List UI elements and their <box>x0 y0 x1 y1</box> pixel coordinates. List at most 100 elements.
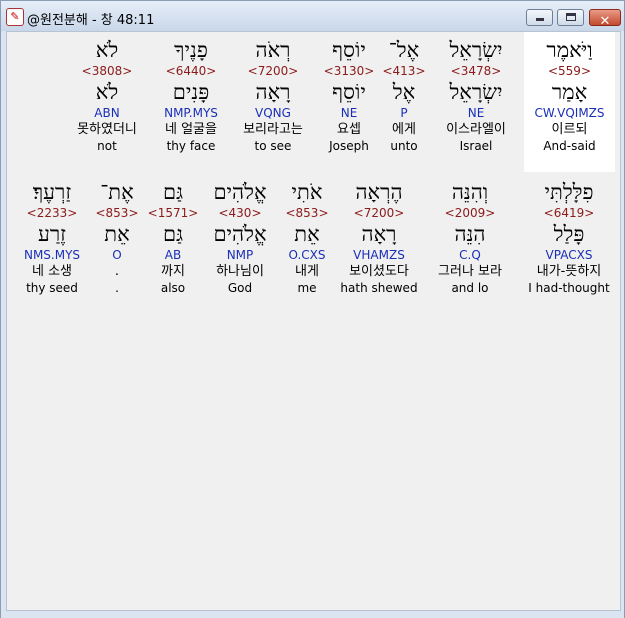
hebrew-word: פִלָּלְתִּי <box>544 180 594 204</box>
strong-number: <2233> <box>26 206 78 220</box>
lemma-word: אֵת <box>104 222 130 246</box>
word-block[interactable]: לֹא <3808> לֹא ABN 못하였더니 not <box>63 32 151 154</box>
word-block[interactable]: וַיֹּאמֶר <559> אָמַר CW.VQIMZS 이르되 And-… <box>524 32 615 172</box>
strong-number: <6440> <box>165 64 217 78</box>
korean-gloss: 내가-뜻하지 <box>536 264 602 279</box>
korean-gloss: 요셉 <box>337 122 361 137</box>
korean-gloss: 보리라고는 <box>243 122 303 137</box>
english-gloss: also <box>160 281 186 295</box>
english-gloss: unto <box>390 139 418 153</box>
word-block[interactable]: פִלָּלְתִּי <6419> פָּלַל VPACXS 내가-뜻하지 … <box>519 174 619 296</box>
hebrew-word: אֶת־ <box>100 180 134 204</box>
english-gloss: and lo <box>451 281 489 295</box>
window-title: @원전분해 - 창 48:11 <box>27 13 155 28</box>
english-gloss: thy face <box>166 139 216 153</box>
english-gloss: God <box>227 281 253 295</box>
english-gloss: hath shewed <box>340 281 418 295</box>
word-block[interactable]: רְאֹה <7200> רָאָה VQNG 보리라고는 to see <box>231 32 315 154</box>
korean-gloss: 이스라엘이 <box>446 122 506 137</box>
english-gloss: . <box>115 281 119 295</box>
parsing-code: P <box>400 106 408 120</box>
korean-gloss: 내게 <box>295 264 319 279</box>
parsing-code: NE <box>340 106 358 120</box>
lemma-word: פָּנִים <box>172 80 210 104</box>
lemma-word: זֶרַע <box>37 222 67 246</box>
strong-number: <3478> <box>450 64 502 78</box>
hebrew-word: וַיֹּאמֶר <box>546 38 593 62</box>
hebrew-word: לֹא <box>95 38 119 62</box>
lemma-word: אֵת <box>294 222 320 246</box>
hebrew-word: יִשְׂרָאֵל <box>449 38 503 62</box>
close-icon: ✕ <box>599 14 611 29</box>
parsing-code: O.CXS <box>288 248 326 262</box>
korean-gloss: 까지 <box>161 264 185 279</box>
hebrew-word: וְהִנֵּה <box>451 180 489 204</box>
parsing-code: ABN <box>94 106 120 120</box>
parsing-code: VHAMZS <box>353 248 405 262</box>
word-block[interactable]: גַּם <1571> גַּם AB 까지 also <box>147 174 199 296</box>
strong-number: <3808> <box>81 64 133 78</box>
parsing-code: NE <box>467 106 485 120</box>
korean-gloss: 네 소생 <box>31 264 72 279</box>
close-button[interactable]: ✕ <box>589 9 621 29</box>
korean-gloss: . <box>114 264 120 279</box>
lemma-word: פָּלַל <box>553 222 585 246</box>
minimize-button[interactable] <box>526 9 553 26</box>
lemma-word: יוֹסֵף <box>332 80 366 104</box>
word-block[interactable]: זַרְעֶךָ׃ <2233> זֶרַע NMS.MYS 네 소생 thy … <box>11 174 93 296</box>
word-block[interactable]: אֱלֹהִים <430> אֱלֹהִים NMP 하나님이 God <box>203 174 277 296</box>
strong-number: <7200> <box>353 206 405 220</box>
parsing-code: NMP <box>226 248 254 262</box>
maximize-button[interactable] <box>557 9 584 26</box>
hebrew-word: אֹתִי <box>291 180 323 204</box>
parsing-code: VPACXS <box>545 248 593 262</box>
parsing-code: CW.VQIMZS <box>534 106 605 120</box>
english-gloss: Israel <box>459 139 493 153</box>
hebrew-word: אֱלֹהִים <box>213 180 267 204</box>
korean-gloss: 이르되 <box>551 122 588 137</box>
word-block[interactable]: אֶל־ <413> אֶל P 에게 unto <box>379 32 429 154</box>
korean-gloss: 하나님이 <box>216 264 264 279</box>
strong-number: <1571> <box>147 206 199 220</box>
strong-number: <6419> <box>543 206 595 220</box>
lemma-word: רָאָה <box>361 222 397 246</box>
word-block[interactable]: הֶרְאָה <7200> רָאָה VHAMZS 보이셨도다 hath s… <box>337 174 421 296</box>
hebrew-word: יוֹסֵף <box>332 38 366 62</box>
word-block[interactable]: יִשְׂרָאֵל <3478> יִשְׂרָאֵל NE 이스라엘이 Is… <box>425 32 527 154</box>
korean-gloss: 그러나 보라 <box>438 264 502 279</box>
hebrew-word: זַרְעֶךָ׃ <box>32 180 72 204</box>
parsing-code: NMS.MYS <box>23 248 81 262</box>
word-block[interactable]: וְהִנֵּה <2009> הִנֵּה C.Q 그러나 보라 and lo <box>425 174 515 296</box>
strong-number: <7200> <box>247 64 299 78</box>
lemma-word: הִנֵּה <box>454 222 486 246</box>
verse-analysis-panel: וַיֹּאמֶר <559> אָמַר CW.VQIMZS 이르되 And-… <box>6 31 621 611</box>
strong-number: <853> <box>95 206 139 220</box>
parsing-code: C.Q <box>459 248 481 262</box>
hebrew-word: גַּם <box>162 180 184 204</box>
parsing-code: NMP.MYS <box>164 106 218 120</box>
word-block[interactable]: פָנֶיךָ <6440> פָּנִים NMP.MYS 네 얼굴을 thy… <box>153 32 229 154</box>
strong-number: <2009> <box>444 206 496 220</box>
lemma-word: לֹא <box>95 80 119 104</box>
lemma-word: אֶל <box>392 80 416 104</box>
strong-number: <413> <box>382 64 426 78</box>
english-gloss: to see <box>254 139 292 153</box>
hebrew-word: הֶרְאָה <box>355 180 403 204</box>
word-block[interactable]: אֹתִי <853> אֵת O.CXS 내게 me <box>281 174 333 296</box>
korean-gloss: 에게 <box>392 122 416 137</box>
bible-book-icon[interactable]: ✎ <box>6 8 24 26</box>
lemma-word: יִשְׂרָאֵל <box>449 80 503 104</box>
english-gloss: I had-thought <box>528 281 610 295</box>
word-block[interactable]: אֶת־ <853> אֵת O . . <box>93 174 141 296</box>
english-gloss: not <box>97 139 117 153</box>
lemma-word: גַּם <box>162 222 184 246</box>
window-bottom-border <box>1 612 624 618</box>
minimize-icon <box>536 18 544 21</box>
english-gloss: And-said <box>543 139 596 153</box>
strong-number: <3130> <box>323 64 375 78</box>
korean-gloss: 보이셨도다 <box>349 264 409 279</box>
title-bar[interactable]: ✎ @원전분해 - 창 48:11 ✕ <box>1 1 624 31</box>
strong-number: <559> <box>547 64 591 78</box>
word-block[interactable]: יוֹסֵף <3130> יוֹסֵף NE 요셉 Joseph <box>317 32 381 154</box>
strong-number: <430> <box>218 206 262 220</box>
